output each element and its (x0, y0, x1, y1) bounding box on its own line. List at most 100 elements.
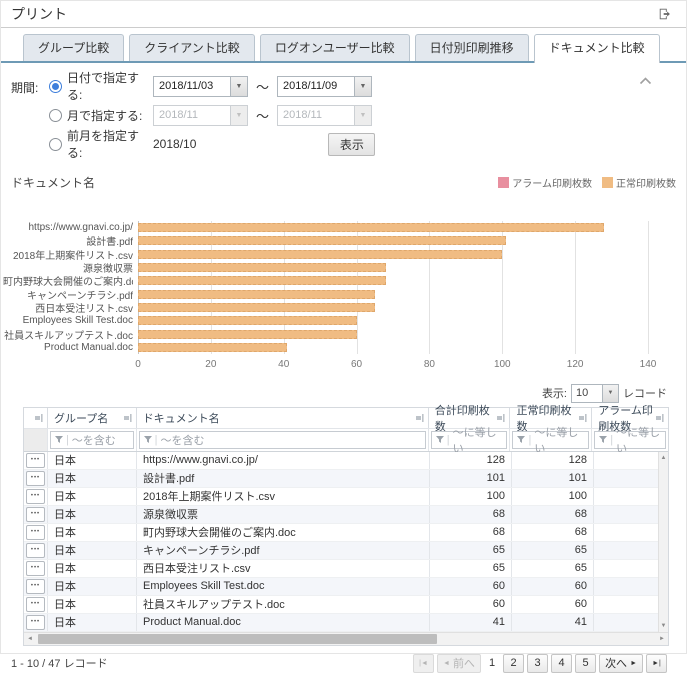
scroll-left-icon[interactable]: ◄ (24, 636, 36, 642)
tab-document-comparison[interactable]: ドキュメント比較 (534, 34, 660, 63)
page-size-select[interactable]: 10 ▼ (571, 384, 619, 403)
row-menu-button[interactable]: ••• (26, 543, 45, 558)
row-menu-button[interactable]: ••• (26, 615, 45, 630)
scroll-up-icon[interactable]: ▲ (661, 453, 667, 463)
radio-specify-previous-month[interactable] (49, 138, 62, 151)
filter-input-document-name[interactable]: |～を含む (139, 431, 426, 449)
scroll-right-icon[interactable]: ► (656, 636, 668, 642)
month-to-value: 2018/11 (278, 106, 354, 125)
bar-normal-prints[interactable] (138, 290, 375, 299)
collapse-panel-button[interactable] (637, 75, 654, 87)
bar-normal-prints[interactable] (138, 330, 357, 339)
tab-print-trend-by-date[interactable]: 日付別印刷推移 (415, 34, 529, 61)
tab-group-comparison[interactable]: グループ比較 (23, 34, 124, 61)
next-label: 次へ (605, 655, 627, 671)
bar-normal-prints[interactable] (138, 223, 604, 232)
pin-icon[interactable] (656, 414, 664, 422)
table-filter-row: |～を含む |～を含む |～に等しい |～に等しい |～に等しい (24, 428, 668, 452)
dropdown-button[interactable]: ▼ (354, 77, 371, 96)
pin-icon[interactable] (579, 414, 587, 422)
row-menu-button[interactable]: ••• (26, 471, 45, 486)
legend-label: アラーム印刷枚数 (512, 175, 592, 190)
radio-specify-by-month[interactable] (49, 109, 62, 122)
bar-normal-prints[interactable] (138, 316, 357, 325)
row-menu-button[interactable]: ••• (26, 579, 45, 594)
tab-client-comparison[interactable]: クライアント比較 (129, 34, 255, 61)
first-page-button[interactable]: |◄ (413, 654, 434, 673)
month-to-picker[interactable]: 2018/11 ▼ (277, 105, 372, 126)
bar-normal-prints[interactable] (138, 303, 375, 312)
cell-total-prints: 65 (430, 542, 512, 559)
prev-page-button[interactable]: ◄前へ (437, 654, 481, 673)
legend-item-normal: 正常印刷枚数 (602, 175, 676, 190)
dropdown-button[interactable]: ▼ (230, 106, 247, 125)
funnel-icon[interactable] (144, 436, 152, 444)
row-menu-button[interactable]: ••• (26, 453, 45, 468)
header-group-name[interactable]: グループ名 (48, 408, 137, 428)
page-5-button[interactable]: 5 (575, 654, 596, 673)
cell-group-name: 日本 (48, 560, 137, 577)
tab-logon-user-comparison[interactable]: ログオンユーザー比較 (260, 34, 410, 61)
row-menu-button[interactable]: ••• (26, 597, 45, 612)
chart-category-label: Product Manual.doc (3, 342, 133, 353)
page-4-button[interactable]: 4 (551, 654, 572, 673)
next-page-button[interactable]: 次へ► (599, 654, 643, 673)
cell-group-name: 日本 (48, 452, 137, 469)
dropdown-button[interactable]: ▼ (230, 77, 247, 96)
next-icon: ► (630, 660, 637, 667)
date-from-picker[interactable]: 2018/11/03 ▼ (153, 76, 248, 97)
funnel-icon[interactable] (436, 436, 444, 444)
pin-icon[interactable] (124, 414, 132, 422)
chart-row: 設計書.pdf (138, 234, 648, 247)
header-row-menu[interactable] (24, 408, 48, 428)
radio-specify-by-date[interactable] (49, 80, 62, 93)
scrollbar-thumb[interactable] (38, 634, 437, 644)
row-menu-button[interactable]: ••• (26, 525, 45, 540)
bar-normal-prints[interactable] (138, 250, 502, 259)
pin-icon[interactable] (416, 414, 424, 422)
date-to-picker[interactable]: 2018/11/09 ▼ (277, 76, 372, 97)
header-label: ドキュメント名 (143, 410, 220, 426)
filter-input-group-name[interactable]: |～を含む (50, 431, 134, 449)
page-2-button[interactable]: 2 (503, 654, 524, 673)
filter-input-alarm-prints[interactable]: |～に等しい (594, 431, 666, 449)
funnel-icon[interactable] (55, 436, 63, 444)
funnel-icon[interactable] (599, 436, 607, 444)
month-from-picker[interactable]: 2018/11 ▼ (153, 105, 248, 126)
filter-row-previous-month: 前月を指定する: 2018/10 表示 (49, 133, 676, 155)
x-tick-label: 140 (640, 359, 657, 370)
page-size-value: 10 (572, 385, 602, 402)
filter-input-normal-prints[interactable]: |～に等しい (512, 431, 589, 449)
vertical-scrollbar[interactable]: ▲ ▼ (658, 452, 668, 632)
table-row: •••日本Employees Skill Test.doc6060 (24, 578, 658, 596)
row-menu-button[interactable]: ••• (26, 561, 45, 576)
header-document-name[interactable]: ドキュメント名 (137, 408, 429, 428)
dropdown-button[interactable]: ▼ (354, 106, 371, 125)
filter-cell: |～に等しい (592, 429, 668, 451)
pin-icon[interactable] (35, 414, 43, 422)
funnel-icon[interactable] (517, 436, 525, 444)
bar-normal-prints[interactable] (138, 343, 287, 352)
bar-normal-prints[interactable] (138, 236, 506, 245)
row-menu-button[interactable]: ••• (26, 507, 45, 522)
horizontal-scrollbar[interactable]: ◄ ► (24, 632, 668, 645)
bar-normal-prints[interactable] (138, 263, 386, 272)
chart-row: 源泉徴収票 (138, 261, 648, 274)
scroll-down-icon[interactable]: ▼ (661, 621, 667, 631)
option-label: 前月を指定する: (67, 127, 153, 161)
row-menu-button[interactable]: ••• (26, 489, 45, 504)
page-3-button[interactable]: 3 (527, 654, 548, 673)
dropdown-button[interactable]: ▼ (602, 385, 618, 402)
current-page: 1 (484, 657, 500, 669)
chart-row: 町内野球大会開催のご案内.doc (138, 274, 648, 287)
cell-group-name: 日本 (48, 506, 137, 523)
show-button[interactable]: 表示 (328, 133, 375, 156)
cell-document-name: Employees Skill Test.doc (137, 578, 430, 595)
filter-input-total-prints[interactable]: |～に等しい (431, 431, 508, 449)
last-page-button[interactable]: ►| (646, 654, 667, 673)
pin-icon[interactable] (497, 414, 505, 422)
prev-label: 前へ (453, 655, 475, 671)
bar-normal-prints[interactable] (138, 276, 386, 285)
display-label: 表示: (542, 385, 567, 401)
export-button[interactable] (656, 5, 674, 23)
